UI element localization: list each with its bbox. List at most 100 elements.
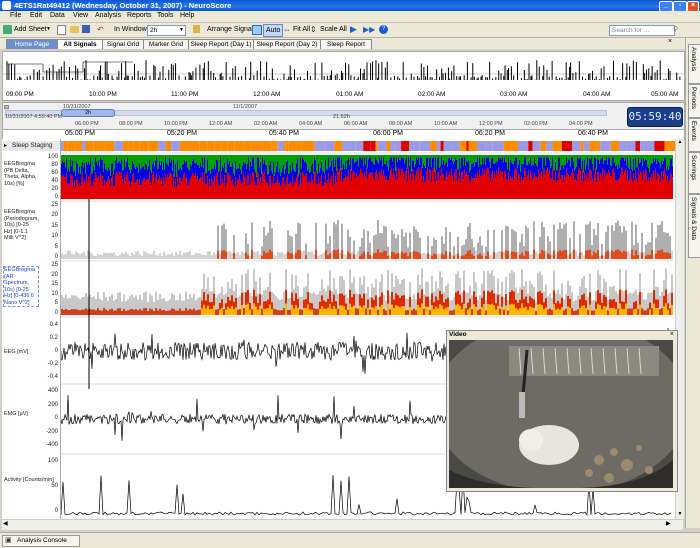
delta-band-column [501, 172, 502, 199]
menu-tools[interactable]: Tools [157, 12, 173, 19]
time-range-slider[interactable]: 2h [61, 109, 115, 117]
side-tab-scorings[interactable]: Scorings [688, 152, 700, 194]
periodogram-column [567, 255, 569, 259]
help-icon[interactable]: ? [379, 25, 388, 34]
search-input[interactable]: Search for ... [609, 25, 675, 36]
side-tab-analysis[interactable]: Analysis [688, 44, 700, 84]
periodogram-column [323, 252, 325, 259]
spectrum-yellow-column [473, 304, 475, 315]
scale-all-button[interactable]: Scale All [318, 24, 349, 35]
theta-band-column [476, 161, 477, 179]
auto-scale-icon[interactable] [252, 25, 262, 35]
alpha-band-column [487, 155, 488, 158]
spectrum-yellow-column [329, 303, 331, 315]
delta-band-column [342, 182, 343, 199]
menu-edit[interactable]: Edit [30, 12, 42, 19]
scroll-up-icon[interactable]: ▲ [676, 139, 684, 147]
alpha-band-column [80, 155, 81, 175]
delta-band-column [586, 176, 587, 199]
theta-band-column [386, 160, 387, 177]
delta-band-column [352, 172, 353, 199]
console-icon: ▣ [5, 537, 12, 544]
alpha-band-column [647, 155, 648, 167]
spectrum-yellow-column [491, 303, 493, 315]
tab-all-signals[interactable]: All Signals [57, 39, 103, 49]
undo-icon[interactable]: ↶ [97, 25, 106, 34]
menu-analysis[interactable]: Analysis [95, 12, 121, 19]
fit-all-button[interactable]: Fit All [291, 24, 312, 35]
search-icon[interactable]: ⚲ [673, 25, 682, 34]
theta-band-column [564, 164, 565, 176]
delta-band-column [264, 172, 265, 199]
tab-sleep-report-day2[interactable]: Sleep Report (Day 2) [253, 39, 321, 49]
theta-band-column [608, 157, 609, 170]
alpha-band-column [154, 155, 155, 167]
horizontal-scrollbar[interactable]: ◀ ▶ [2, 519, 683, 530]
theta-band-column [629, 168, 630, 179]
scroll-left-icon[interactable]: ◀ [3, 520, 8, 527]
periodogram-column [253, 251, 255, 259]
delta-band-column [477, 171, 478, 199]
analysis-console-tab[interactable]: Analysis Console [2, 535, 80, 547]
tab-home-page[interactable]: Home Page [6, 39, 58, 49]
delta-band-column [324, 182, 325, 199]
lock-icon[interactable] [193, 25, 200, 33]
side-tab-events[interactable]: Events [688, 118, 700, 152]
tab-marker-grid[interactable]: Marker Grid [143, 39, 189, 49]
menu-view[interactable]: View [73, 12, 88, 19]
new-file-icon[interactable] [57, 25, 66, 35]
arrange-signals-button[interactable]: Arrange Signals [205, 24, 259, 35]
menu-help[interactable]: Help [180, 12, 194, 19]
tab-close-icon[interactable]: × [668, 38, 672, 45]
dropdown-icon[interactable]: ▼ [44, 24, 53, 35]
sleep-stage-segment [221, 141, 228, 151]
spectrum-yellow-column [397, 306, 399, 315]
periodogram-hot-column [515, 252, 517, 259]
delta-band-column [658, 174, 659, 199]
theta-band-column [439, 167, 440, 180]
alpha-band-column [91, 155, 92, 174]
alpha-band-column [445, 155, 446, 164]
scroll-down-icon[interactable]: ▼ [676, 511, 684, 519]
delta-band-column [543, 168, 544, 199]
save-icon[interactable] [82, 25, 90, 33]
delta-band-column [424, 182, 425, 199]
delta-band-column [552, 169, 553, 199]
periodogram-hot-column [247, 255, 249, 259]
alpha-band-column [639, 155, 640, 164]
menu-reports[interactable]: Reports [127, 12, 152, 19]
open-folder-icon[interactable] [70, 26, 79, 33]
channel-label[interactable]: EEGBregma (AR Spectrum, 10s) [0-25 Hz] [… [3, 266, 39, 307]
tab-signal-grid[interactable]: Signal Grid [102, 39, 144, 49]
video-window[interactable]: Video × [446, 330, 678, 492]
periodogram-column [489, 255, 491, 259]
play-icon[interactable]: ▶ [350, 25, 359, 34]
periodogram-hot-column [547, 253, 549, 259]
expand-icon[interactable]: ▸ [4, 142, 7, 149]
theta-band-column [507, 169, 508, 181]
menu-file[interactable]: File [10, 12, 21, 19]
fast-forward-icon[interactable]: ▶▶ [363, 25, 375, 34]
side-tab-signals-data[interactable]: Signals & Data [688, 194, 700, 258]
channel-header-sleep[interactable]: ▸ Sleep Staging [2, 141, 60, 151]
side-tab-periods[interactable]: Periods [688, 84, 700, 118]
theta-band-column [282, 167, 283, 178]
delta-band-column [319, 183, 320, 199]
overview-panel[interactable]: 09:00 PM 10:00 PM 11:00 PM 12:00 AM 01:0… [2, 51, 685, 101]
video-close-icon[interactable]: × [670, 331, 674, 338]
theta-band-column [217, 160, 218, 173]
delta-band-column [109, 179, 110, 199]
alpha-band-column [211, 155, 212, 169]
theta-band-column [318, 163, 319, 177]
periodogram-column [423, 252, 425, 259]
scroll-right-icon[interactable]: ▶ [666, 520, 671, 527]
theta-band-column [442, 164, 443, 175]
auto-button[interactable]: Auto [263, 24, 284, 37]
tab-sleep-report-day1[interactable]: Sleep Report (Day 1) [188, 39, 254, 49]
delta-band-column [150, 181, 151, 199]
chevron-down-icon[interactable]: ▼ [177, 25, 186, 36]
tab-sleep-report[interactable]: Sleep Report [320, 39, 372, 49]
menu-data[interactable]: Data [50, 12, 65, 19]
theta-band-column [622, 157, 623, 169]
alpha-band-column [437, 155, 438, 159]
